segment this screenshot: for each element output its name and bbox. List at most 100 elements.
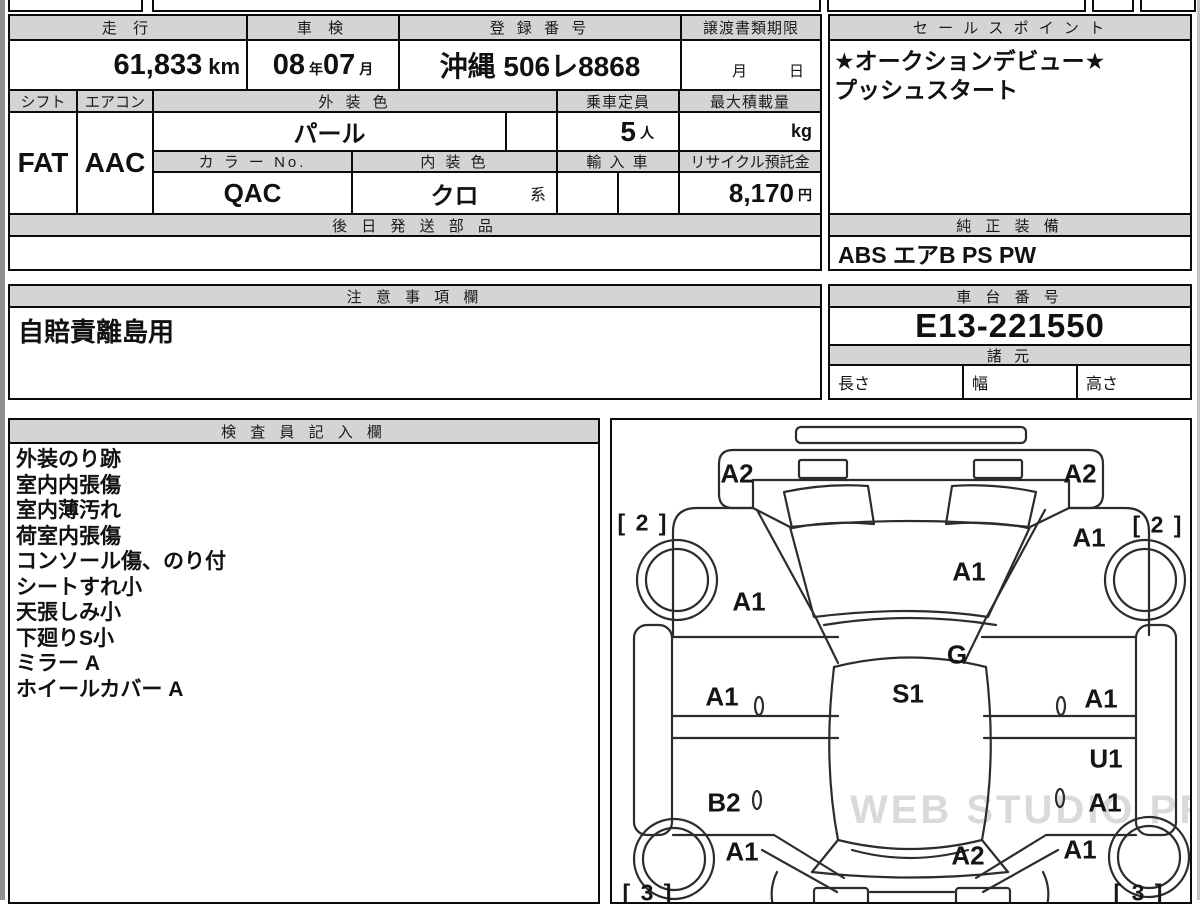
shift-code: FAT bbox=[18, 147, 69, 179]
capacity-unit: 人 bbox=[640, 123, 654, 143]
inspector-note: ミラー A bbox=[16, 651, 598, 677]
specs-length-cell: 長さ bbox=[828, 364, 964, 400]
inspection-year: 08 bbox=[273, 49, 305, 82]
damage-code-label: [ 3 ] bbox=[1114, 880, 1165, 904]
topcut-cell bbox=[152, 0, 821, 12]
auction-sheet: { "watermark": "WEB STUDIO PRO", "top_ta… bbox=[0, 0, 1200, 900]
sales-point-line2: プッシュスタート bbox=[834, 76, 1186, 105]
inspector-note: 荷室内張傷 bbox=[16, 524, 598, 550]
inspector-note: 下廻りS小 bbox=[16, 626, 598, 652]
inspection-value: 08 年 07 月 bbox=[246, 39, 400, 91]
notes-body: 自賠責離島用 bbox=[8, 306, 822, 400]
damage-labels: A2A2[ 2 ][ 2 ]A1A1A1GS1A1A1U1B2A1A1A1A2[… bbox=[612, 420, 1190, 902]
exterior-color-extra-cell bbox=[505, 111, 558, 152]
color-no-code: QAC bbox=[224, 178, 282, 209]
notes-text: 自賠責離島用 bbox=[18, 317, 174, 347]
max-load-unit: kg bbox=[791, 121, 812, 142]
inspector-note: コンソール傷、のり付 bbox=[16, 549, 598, 575]
import-value-cell-left bbox=[556, 171, 619, 215]
aircon-header: エアコン bbox=[76, 89, 154, 113]
registration-header: 登 録 番 号 bbox=[398, 14, 682, 41]
interior-color-name: クロ bbox=[431, 176, 479, 211]
max-load-value: kg bbox=[678, 111, 822, 152]
damage-code-label: A2 bbox=[951, 841, 984, 872]
damage-code-label: B2 bbox=[707, 788, 740, 819]
inspection-header: 車 検 bbox=[246, 14, 400, 41]
later-parts-header: 後 日 発 送 部 品 bbox=[8, 213, 822, 237]
capacity-header: 乗車定員 bbox=[556, 89, 680, 113]
equipment-list: ABS エアB PS PW bbox=[838, 236, 1036, 270]
damage-code-label: A1 bbox=[952, 557, 985, 588]
capacity-value: 5 人 bbox=[556, 111, 680, 152]
color-no-header: カ ラ ー No. bbox=[152, 150, 353, 173]
damage-code-label: A1 bbox=[725, 837, 758, 868]
inspector-box: 検 査 員 記 入 欄 外装のり跡室内内張傷室内薄汚れ荷室内張傷コンソール傷、の… bbox=[8, 418, 600, 904]
scan-left-edge bbox=[0, 0, 5, 900]
registration-value: 沖縄 506レ8868 bbox=[398, 39, 682, 91]
topcut-cell bbox=[8, 0, 143, 12]
recycle-fee-value: 8,170 円 bbox=[678, 171, 822, 215]
mileage-header: 走 行 bbox=[8, 14, 248, 41]
damage-code-label: G bbox=[947, 640, 967, 671]
notes-header: 注 意 事 項 欄 bbox=[8, 284, 822, 308]
topcut-cell bbox=[1092, 0, 1134, 12]
transfer-day: 日 bbox=[789, 60, 804, 81]
damage-code-label: A1 bbox=[732, 587, 765, 618]
specs-header: 諸 元 bbox=[828, 344, 1192, 366]
exterior-color-value: パール bbox=[152, 111, 507, 152]
inspector-list: 外装のり跡室内内張傷室内薄汚れ荷室内張傷コンソール傷、のり付シートすれ小天張しみ… bbox=[10, 444, 598, 702]
damage-code-label: S1 bbox=[892, 679, 924, 710]
inspector-note: シートすれ小 bbox=[16, 575, 598, 601]
specs-length-label: 長さ bbox=[838, 370, 870, 394]
exterior-color-header: 外 装 色 bbox=[152, 89, 558, 113]
inspection-year-suffix: 年 bbox=[309, 59, 323, 79]
import-header: 輸 入 車 bbox=[556, 150, 680, 173]
damage-code-label: [ 3 ] bbox=[623, 880, 674, 904]
damage-code-label: A1 bbox=[1084, 684, 1117, 715]
mileage-value: 61,833 km bbox=[8, 39, 248, 91]
equipment-header: 純 正 装 備 bbox=[828, 213, 1192, 237]
specs-height-cell: 高さ bbox=[1076, 364, 1192, 400]
mileage-number: 61,833 bbox=[114, 49, 203, 82]
inspection-month: 07 bbox=[323, 49, 355, 82]
equipment-value: ABS エアB PS PW bbox=[828, 235, 1192, 271]
chassis-header: 車 台 番 号 bbox=[828, 284, 1192, 308]
inspector-note: 室内薄汚れ bbox=[16, 498, 598, 524]
inspector-note: 外装のり跡 bbox=[16, 447, 598, 473]
interior-color-value: クロ 系 bbox=[351, 171, 558, 215]
damage-code-label: A2 bbox=[1063, 459, 1096, 490]
inspector-note: 室内内張傷 bbox=[16, 473, 598, 499]
shift-value: FAT bbox=[8, 111, 78, 215]
inspector-header: 検 査 員 記 入 欄 bbox=[10, 420, 598, 444]
damage-code-label: A2 bbox=[720, 459, 753, 490]
chassis-value: E13-221550 bbox=[828, 306, 1192, 346]
max-load-header: 最大積載量 bbox=[678, 89, 822, 113]
exterior-color-name: パール bbox=[294, 114, 366, 149]
damage-code-label: A1 bbox=[1063, 835, 1096, 866]
specs-width-cell: 幅 bbox=[962, 364, 1078, 400]
aircon-value: AAC bbox=[76, 111, 154, 215]
damage-code-label: A1 bbox=[1088, 788, 1121, 819]
damage-code-label: U1 bbox=[1089, 744, 1122, 775]
recycle-fee-unit: 円 bbox=[798, 185, 812, 205]
recycle-fee-header: リサイクル預託金 bbox=[678, 150, 822, 173]
capacity-number: 5 bbox=[620, 116, 636, 148]
later-parts-value bbox=[8, 235, 822, 271]
inspector-note: ホイールカバー A bbox=[16, 677, 598, 703]
interior-color-suffix: 系 bbox=[530, 181, 546, 205]
specs-height-label: 高さ bbox=[1086, 370, 1118, 394]
inspector-note: 天張しみ小 bbox=[16, 600, 598, 626]
aircon-code: AAC bbox=[85, 147, 146, 179]
registration-number: 沖縄 506レ8868 bbox=[440, 45, 641, 85]
topcut-cell bbox=[827, 0, 1086, 12]
recycle-fee-number: 8,170 bbox=[729, 178, 794, 209]
interior-color-header: 内 装 色 bbox=[351, 150, 558, 173]
topcut-cell bbox=[1140, 0, 1196, 12]
damage-code-label: A1 bbox=[1072, 523, 1105, 554]
shift-header: シフト bbox=[8, 89, 78, 113]
sales-point-header: セ ー ル ス ポ イ ン ト bbox=[828, 14, 1192, 41]
chassis-number: E13-221550 bbox=[915, 307, 1105, 345]
diagram-box: WEB STUDIO PRO bbox=[610, 418, 1192, 904]
sales-point-body: ★オークションデビュー★ プッシュスタート bbox=[828, 39, 1192, 215]
color-no-value: QAC bbox=[152, 171, 353, 215]
